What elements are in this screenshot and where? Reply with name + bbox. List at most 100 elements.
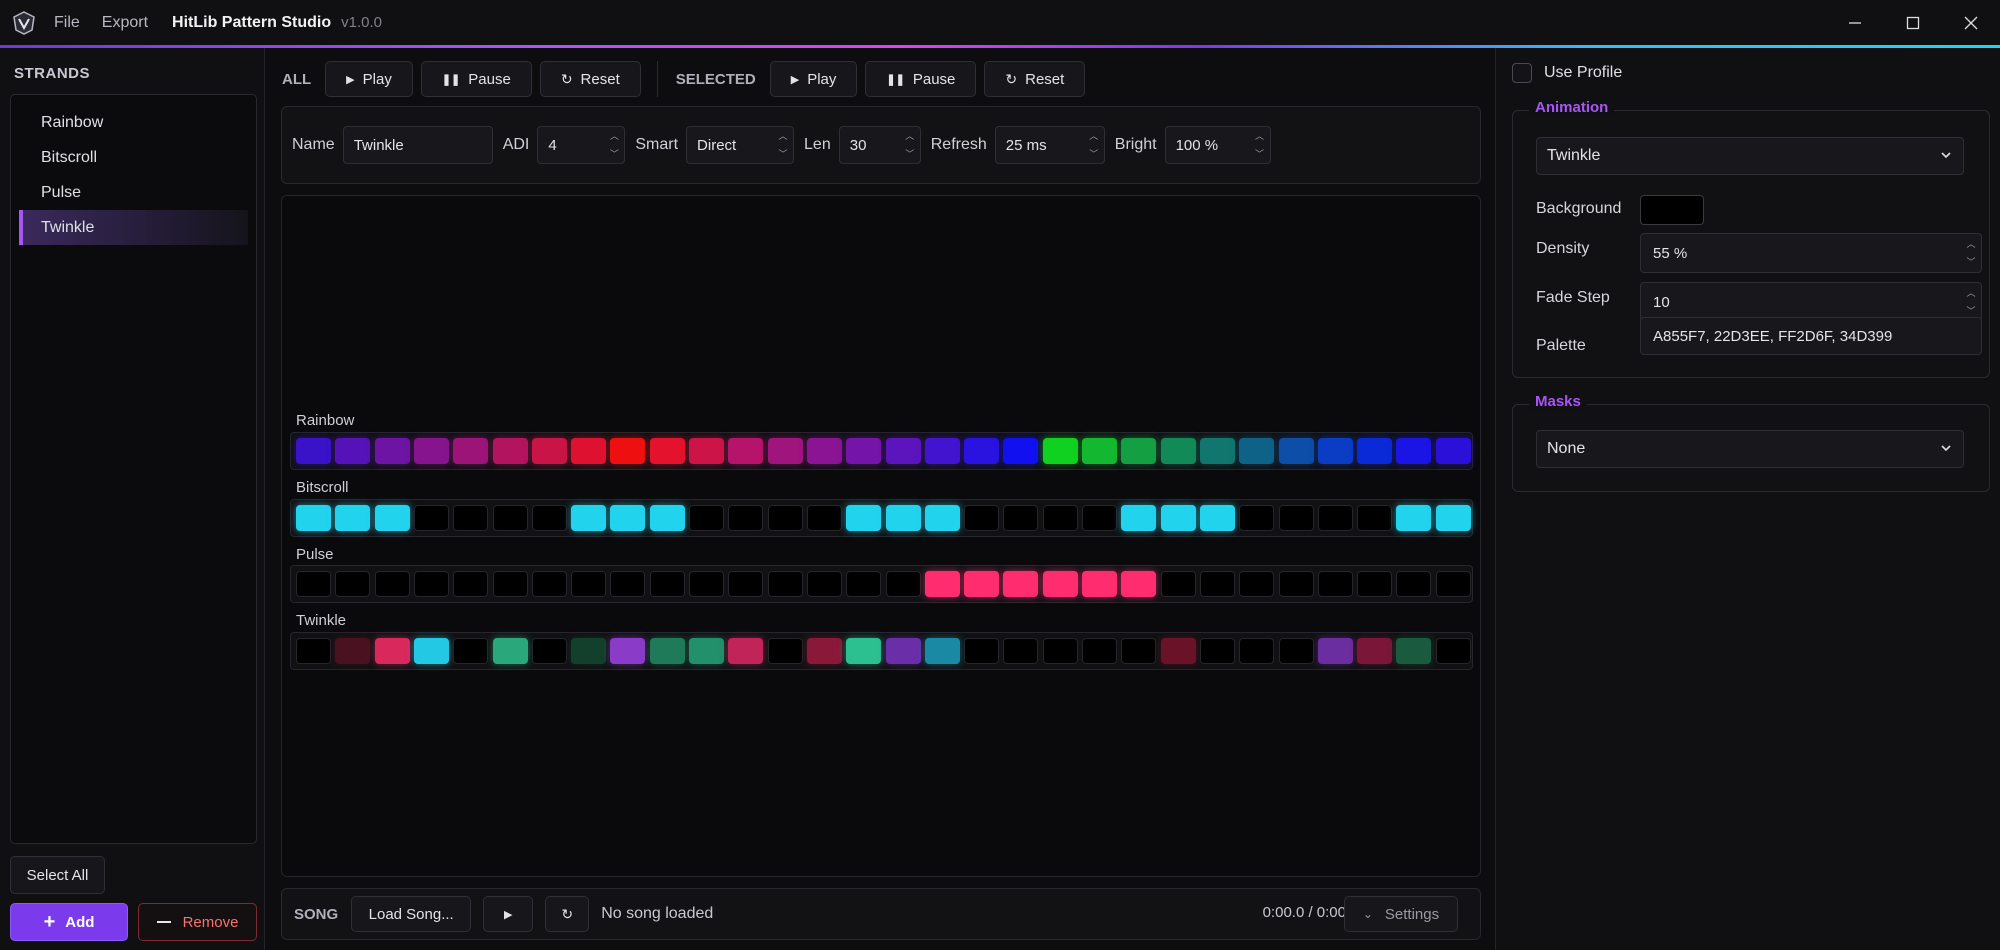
chevron-up-icon[interactable]: ︿: [1089, 130, 1098, 142]
led-cell: [1278, 571, 1314, 597]
strand-item-rainbow[interactable]: Rainbow: [19, 105, 248, 140]
settings-label: Settings: [1384, 905, 1440, 923]
strands-sidebar: STRANDS Rainbow Bitscroll Pulse Twinkle …: [0, 48, 265, 950]
fade-step-spin-arrows[interactable]: ︿ ﹀: [1965, 287, 1977, 317]
play-all-button[interactable]: ▶ Play: [325, 61, 413, 97]
strand-item-pulse[interactable]: Pulse: [19, 175, 248, 210]
chevron-down-icon[interactable]: ﹀: [779, 148, 788, 160]
refresh-spinbox[interactable]: 25 ms ︿ ﹀: [994, 126, 1105, 164]
led-cell: [806, 438, 842, 464]
song-status: No song loaded: [601, 905, 714, 922]
led-cell: [1317, 438, 1353, 464]
chevron-down-icon[interactable]: ﹀: [905, 148, 914, 160]
refresh-value: 25 ms: [1005, 136, 1047, 154]
chevron-up-icon[interactable]: ︿: [610, 130, 619, 142]
led-cell: [1121, 638, 1157, 664]
name-label: Name: [292, 136, 335, 153]
playback-toolbar: ALL ▶ Play ❚❚ Pause ↻ Reset SELECTED ▶ Play …: [282, 60, 1093, 98]
led-cell: [531, 505, 567, 531]
led-cell: [453, 571, 489, 597]
led-cell: [728, 571, 764, 597]
led-cell: [296, 505, 331, 531]
strand-item-twinkle[interactable]: Twinkle: [19, 210, 248, 245]
chevron-up-icon[interactable]: ︿: [905, 130, 914, 142]
led-cell: [374, 438, 410, 464]
led-cell: [374, 505, 410, 531]
chevron-down-icon: [1941, 152, 1951, 159]
density-spin-arrows[interactable]: ︿ ﹀: [1965, 238, 1977, 268]
adi-spinbox[interactable]: 4 ︿ ﹀: [537, 126, 626, 164]
background-color-swatch[interactable]: [1640, 195, 1704, 225]
song-time: 0:00.0 / 0:00: [1262, 904, 1346, 921]
led-cell: [964, 505, 1000, 531]
led-cell: [806, 638, 842, 664]
chevron-down-icon[interactable]: ﹀: [1966, 305, 1975, 317]
strand-item-bitscroll[interactable]: Bitscroll: [19, 140, 248, 175]
density-spinbox[interactable]: 55 % ︿ ﹀: [1640, 233, 1982, 273]
song-play-button[interactable]: ▶: [483, 896, 534, 932]
load-song-button[interactable]: Load Song...: [351, 896, 472, 932]
chevron-up-icon[interactable]: ︿: [1966, 287, 1975, 299]
chevron-down-icon[interactable]: ﹀: [1255, 148, 1264, 160]
led-cell: [728, 438, 764, 464]
led-cell: [689, 505, 724, 531]
led-cell: [806, 571, 842, 597]
led-cell: [649, 505, 685, 531]
close-button[interactable]: [1942, 0, 2000, 45]
add-strand-button[interactable]: + Add: [10, 903, 128, 941]
chevron-down-icon[interactable]: ﹀: [1089, 148, 1098, 160]
led-cell: [1239, 438, 1275, 464]
reset-selected-button[interactable]: ↻ Reset: [984, 61, 1086, 97]
led-cell: [374, 638, 410, 664]
menu-export[interactable]: Export: [102, 14, 148, 32]
song-reset-button[interactable]: ↻: [545, 896, 590, 932]
led-cell: [571, 505, 607, 531]
bright-spinbox[interactable]: 100 % ︿ ﹀: [1164, 126, 1271, 164]
led-cell: [924, 505, 960, 531]
pause-selected-button[interactable]: ❚❚ Pause: [865, 61, 977, 97]
smart-spinbox[interactable]: Direct ︿ ﹀: [686, 126, 795, 164]
density-value: 55 %: [1653, 244, 1688, 262]
play-icon: ▶: [503, 908, 513, 921]
chevron-up-icon[interactable]: ︿: [1966, 238, 1975, 250]
refresh-spin-arrows[interactable]: ︿ ﹀: [1088, 130, 1100, 160]
adi-spin-arrows[interactable]: ︿ ﹀: [608, 130, 620, 160]
palette-input[interactable]: A855F7, 22D3EE, FF2D6F, 34D399: [1640, 317, 1982, 355]
song-settings-button[interactable]: ⌄ Settings: [1344, 896, 1458, 932]
len-spin-arrows[interactable]: ︿ ﹀: [904, 130, 916, 160]
pause-all-button[interactable]: ❚❚ Pause: [420, 61, 532, 97]
palette-label: Palette: [1536, 337, 1586, 354]
smart-spin-arrows[interactable]: ︿ ﹀: [777, 130, 789, 160]
led-cell: [1199, 505, 1235, 531]
led-cell: [806, 505, 842, 531]
chevron-down-icon[interactable]: ﹀: [1966, 256, 1975, 268]
animation-select[interactable]: Twinkle: [1536, 137, 1964, 175]
minimize-button[interactable]: [1826, 0, 1884, 45]
reset-all-button[interactable]: ↻ Reset: [539, 61, 641, 97]
use-profile-checkbox[interactable]: [1512, 63, 1532, 83]
led-cell: [885, 505, 921, 531]
pause-icon: ❚❚: [441, 73, 461, 86]
led-cell: [1160, 505, 1196, 531]
led-cell: [846, 438, 882, 464]
remove-strand-button[interactable]: Remove: [138, 903, 257, 941]
select-all-button[interactable]: Select All: [10, 856, 105, 894]
masks-select[interactable]: None: [1536, 430, 1964, 468]
led-cell: [1082, 505, 1117, 531]
bright-spin-arrows[interactable]: ︿ ﹀: [1254, 130, 1266, 160]
play-icon: ▶: [790, 73, 800, 86]
led-cell: [689, 638, 724, 664]
chevron-up-icon[interactable]: ︿: [1255, 130, 1264, 142]
len-spinbox[interactable]: 30 ︿ ﹀: [838, 126, 921, 164]
fade-step-spinbox[interactable]: 10 ︿ ﹀: [1640, 282, 1982, 322]
chevron-down-icon[interactable]: ﹀: [610, 148, 619, 160]
led-cell: [1317, 571, 1353, 597]
maximize-button[interactable]: [1884, 0, 1942, 45]
led-cell: [1435, 505, 1471, 531]
selected-label: SELECTED: [675, 70, 756, 88]
use-profile-label: Use Profile: [1544, 64, 1623, 81]
name-input[interactable]: Twinkle: [342, 126, 493, 164]
play-selected-button[interactable]: ▶ Play: [769, 61, 858, 97]
menu-file[interactable]: File: [54, 14, 80, 32]
chevron-up-icon[interactable]: ︿: [779, 130, 788, 142]
